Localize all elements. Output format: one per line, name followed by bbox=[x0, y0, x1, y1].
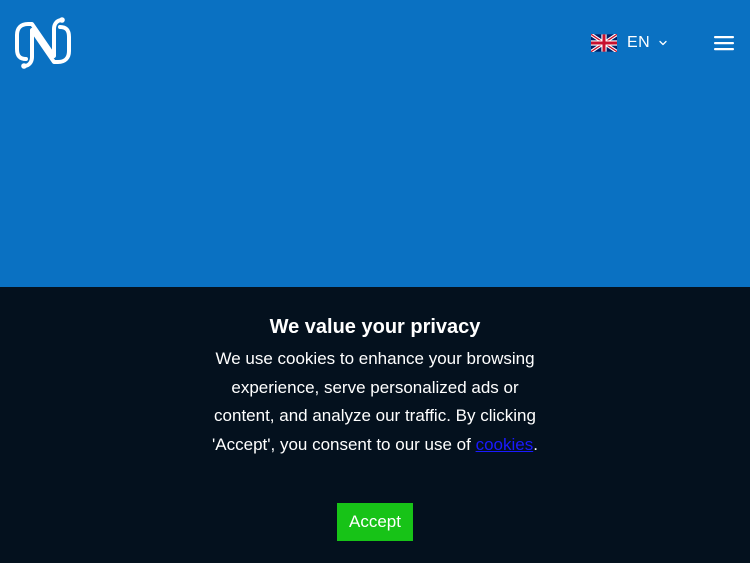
hamburger-menu-icon bbox=[714, 36, 734, 51]
hero-section: EN bbox=[0, 0, 750, 287]
language-code: EN bbox=[627, 34, 651, 51]
cookie-banner-period: . bbox=[533, 434, 538, 454]
cookie-banner-text: We use cookies to enhance your browsing … bbox=[200, 345, 550, 459]
accept-button[interactable]: Accept bbox=[337, 503, 413, 541]
site-logo[interactable] bbox=[14, 15, 72, 71]
chevron-down-icon bbox=[659, 40, 667, 46]
cookie-banner-title: We value your privacy bbox=[269, 316, 481, 338]
language-selector[interactable]: EN bbox=[591, 30, 668, 56]
uk-flag-icon bbox=[591, 34, 617, 52]
cookie-consent-banner: We value your privacy We use cookies to … bbox=[0, 287, 750, 563]
brand-logo-icon bbox=[15, 17, 71, 69]
cookies-link[interactable]: cookies bbox=[476, 435, 534, 454]
menu-button[interactable] bbox=[712, 32, 736, 54]
